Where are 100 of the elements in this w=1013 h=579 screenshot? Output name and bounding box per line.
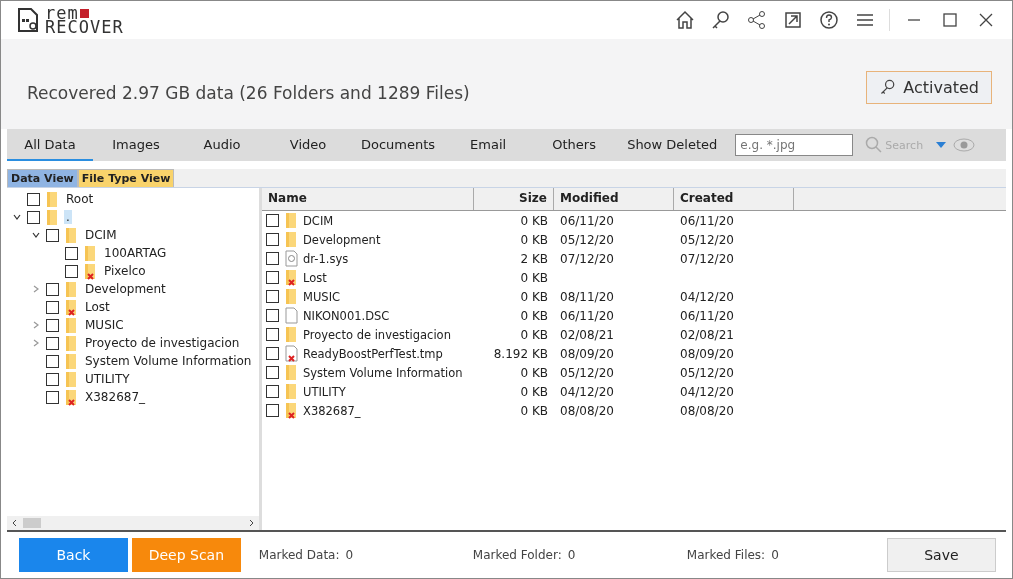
tab[interactable]: Images [93,129,179,161]
table-cell-text: 05/12/20 [559,232,615,247]
file-name: System Volume Information [303,365,463,380]
stat-label: Marked Folder: [472,548,562,562]
tree-item[interactable]: Pixelco [102,264,148,278]
checkbox[interactable] [46,300,59,314]
stat-value: 0 [345,548,354,562]
checkbox[interactable] [46,390,59,404]
table-cell-text: 0 KB [519,232,549,247]
file-name: MUSIC [303,289,341,304]
table-cell-text: 08/08/20 [679,403,735,418]
logo-square [79,8,89,18]
checkbox[interactable] [46,336,59,350]
column-header[interactable]: Modified [554,188,674,210]
checkbox[interactable] [266,404,279,417]
help-icon[interactable] [818,9,840,31]
table-cell-text: 8.192 KB [492,346,549,361]
tree-item[interactable]: Root [64,192,96,206]
checkbox[interactable] [65,246,78,260]
tree-item[interactable]: Development [83,282,168,296]
table-cell-text: 08/08/20 [559,403,615,418]
logo-text: rem [45,6,79,20]
checkbox[interactable] [266,290,279,303]
tree-item[interactable]: DCIM [83,228,119,242]
stat-label: Marked Data: [258,548,340,562]
table-cell-text: 06/11/20 [679,308,735,323]
checkbox[interactable] [266,385,279,398]
tab[interactable]: Others [531,129,618,161]
tree-item[interactable]: Lost [83,300,112,314]
checkbox[interactable] [46,354,59,368]
table-cell-text: 0 KB [519,384,549,399]
checkbox[interactable] [266,366,279,379]
table-cell-text: 08/11/20 [559,289,615,304]
view-tab[interactable]: File Type View [77,169,175,187]
file-name: Lost [303,270,327,285]
table-cell-text: 08/09/20 [679,346,735,361]
expand-caret-icon[interactable] [32,339,40,347]
search-field[interactable]: e.g. *.jpg [735,134,854,156]
scroll-thumb[interactable] [23,518,41,528]
table-cell-text: 05/12/20 [679,232,735,247]
tree-item[interactable]: System Volume Information [83,354,254,368]
tree-item[interactable]: . [64,210,72,224]
column-header[interactable]: Created [674,188,794,210]
home-icon[interactable] [674,9,696,31]
checkbox[interactable] [266,214,279,227]
table-cell-text: 06/11/20 [559,213,615,228]
table-cell-text: 2 KB [519,251,549,266]
dropdown-caret-icon[interactable] [935,141,948,149]
horizontal-scrollbar[interactable] [7,516,259,530]
checkbox[interactable] [27,192,40,206]
tab[interactable]: Video [265,129,351,161]
activated-button[interactable]: Activated [866,70,992,104]
checkbox[interactable] [266,271,279,284]
recovery-summary: Recovered 2.97 GB data (26 Folders and 1289 Files) [27,83,470,103]
tab[interactable]: Audio [179,129,265,161]
column-header[interactable]: Size [474,188,554,210]
expand-caret-icon[interactable] [32,285,40,293]
table-cell-text: 08/09/20 [559,346,615,361]
tab[interactable]: Email [445,129,532,161]
expand-caret-icon[interactable] [32,321,40,329]
checkbox[interactable] [46,228,59,242]
checkbox[interactable] [46,282,59,296]
tree-item[interactable]: UTILITY [83,372,132,386]
tree-item[interactable]: X382687_ [83,390,148,404]
checkbox[interactable] [266,233,279,246]
file-name: X382687_ [303,403,361,418]
stat-value: 0 [567,548,576,562]
checkbox[interactable] [65,264,78,278]
checkbox[interactable] [27,210,40,224]
share-icon[interactable] [746,9,768,31]
view-tab[interactable]: Data View [7,169,78,187]
collapse-caret-icon[interactable] [13,213,21,221]
checkbox[interactable] [266,347,279,360]
checkbox[interactable] [266,309,279,322]
tree-item[interactable]: 100ARTAG [102,246,169,260]
scroll-left-icon[interactable] [11,519,19,527]
table-cell-text: 0 KB [519,270,549,285]
checkbox[interactable] [46,372,59,386]
table-cell-text: 07/12/20 [679,251,735,266]
tab[interactable]: Show Deleted [617,129,728,161]
table-cell-text: 05/12/20 [559,365,615,380]
column-header[interactable]: Name [262,188,474,210]
save-button[interactable]: Save [886,538,996,572]
checkbox[interactable] [266,252,279,265]
file-name: NIKON001.DSC [303,308,390,323]
export-icon[interactable] [782,9,804,31]
table-cell-text: 02/08/21 [559,327,615,342]
back-button[interactable]: Back [19,538,128,572]
checkbox[interactable] [266,328,279,341]
tab[interactable]: Documents [351,129,446,161]
table-cell-text: 0 KB [519,289,549,304]
table-cell-text: 0 KB [519,308,549,323]
collapse-caret-icon[interactable] [32,231,40,239]
key-icon[interactable] [710,9,732,31]
checkbox[interactable] [46,318,59,332]
scroll-right-icon[interactable] [247,519,255,527]
file-name: ReadyBoostPerfTest.tmp [303,346,443,361]
tree-item[interactable]: Proyecto de investigacion [83,336,242,350]
tab[interactable]: All Data [7,129,93,161]
tree-item[interactable]: MUSIC [83,318,126,332]
